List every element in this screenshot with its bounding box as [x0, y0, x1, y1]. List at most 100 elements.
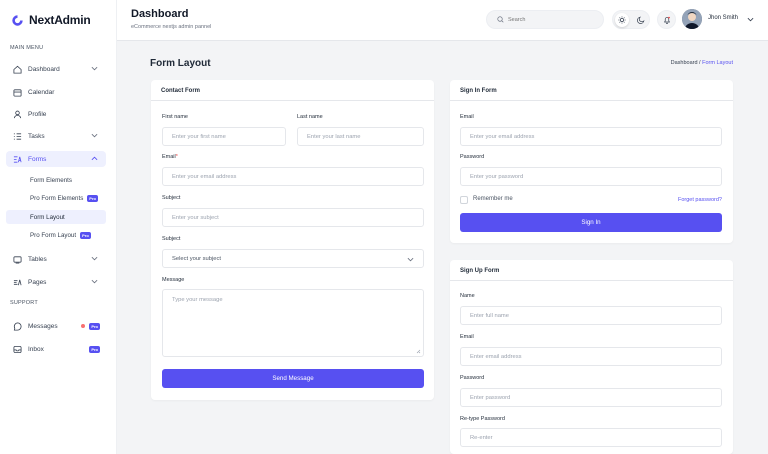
subject-select-value: Select your subject — [172, 255, 221, 262]
pro-badge: Pro — [80, 231, 91, 239]
sign-up-form-card: Sign Up Form Name Enter full name Email … — [450, 260, 733, 454]
subject-field[interactable]: Enter your subject — [162, 208, 424, 227]
chevron-up-icon — [91, 156, 98, 161]
notification-bell-icon[interactable] — [657, 10, 676, 29]
chat-icon — [12, 321, 22, 331]
sidebar-subitem-pro-form-elements[interactable]: Pro Form Elements Pro — [6, 191, 106, 205]
sidebar-item-inbox[interactable]: Inbox Pro — [6, 341, 106, 357]
message-textarea[interactable]: Type your message — [162, 289, 424, 357]
breadcrumb-link-dashboard[interactable]: Dashboard / — [671, 60, 701, 66]
chevron-down-icon — [91, 279, 98, 284]
email-field[interactable]: Enter your email address — [460, 127, 722, 146]
card-title: Sign In Form — [450, 80, 733, 101]
sidebar-item-tasks[interactable]: Tasks — [6, 128, 106, 144]
password-label: Password — [460, 154, 485, 160]
header-subtitle: eCommerce nextjs admin pannel — [131, 24, 212, 30]
search-bar[interactable] — [486, 10, 604, 29]
sidebar-item-label: Tables — [28, 255, 47, 263]
password-label: Password — [460, 375, 485, 381]
subject-select[interactable]: Select your subject — [162, 249, 424, 268]
sidebar-item-tables[interactable]: Tables — [6, 251, 106, 267]
sidebar: NextAdmin MAIN MENU Dashboard Calendar P… — [0, 0, 117, 454]
sidebar-item-label: Inbox — [28, 345, 44, 353]
main-menu-title: MAIN MENU — [10, 45, 44, 51]
sign-in-button[interactable]: Sign In — [460, 213, 722, 232]
remember-me-checkbox[interactable] — [460, 196, 468, 204]
brand-name: NextAdmin — [29, 13, 91, 27]
subitem-label: Form Layout — [30, 213, 65, 221]
email-field[interactable]: Enter email address — [460, 347, 722, 366]
home-icon — [12, 64, 22, 74]
sidebar-item-label: Tasks — [28, 132, 45, 140]
user-name[interactable]: Jhon Smith — [708, 15, 738, 21]
sidebar-item-label: Forms — [28, 155, 47, 163]
message-label: Message — [162, 277, 185, 283]
sidebar-item-profile[interactable]: Profile — [6, 106, 106, 122]
name-field[interactable]: Enter full name — [460, 306, 722, 325]
tasks-icon — [12, 131, 22, 141]
retype-password-label: Re-type Password — [460, 416, 505, 422]
sidebar-item-forms[interactable]: Forms — [6, 151, 106, 167]
top-header: Dashboard eCommerce nextjs admin pannel … — [117, 0, 768, 41]
last-name-label: Last name — [297, 114, 323, 120]
email-label: Email — [460, 334, 474, 340]
subitem-label: Pro Form Elements — [30, 194, 84, 202]
card-title: Sign Up Form — [450, 260, 733, 281]
table-icon — [12, 254, 22, 264]
sidebar-item-pages[interactable]: Pages — [6, 274, 106, 290]
password-field[interactable]: Enter your password — [460, 167, 722, 186]
retype-password-field[interactable]: Re-enter — [460, 428, 722, 447]
avatar[interactable] — [682, 9, 702, 29]
theme-toggle[interactable] — [612, 10, 650, 29]
chevron-down-icon — [407, 257, 414, 262]
breadcrumb-current: Form Layout — [702, 60, 733, 66]
first-name-field[interactable]: Enter your first name — [162, 127, 286, 146]
subject-label: Subject — [162, 195, 181, 201]
chevron-down-icon — [91, 256, 98, 261]
name-label: Name — [460, 293, 475, 299]
resize-handle-icon[interactable] — [416, 349, 421, 354]
user-icon — [12, 109, 22, 119]
contact-form-card: Contact Form First name Enter your first… — [151, 80, 434, 400]
chevron-down-icon — [91, 133, 98, 138]
email-field[interactable]: Enter your email address — [162, 167, 424, 186]
pro-badge: Pro — [89, 322, 100, 330]
email-label: Email* — [162, 154, 178, 160]
sidebar-item-label: Pages — [28, 278, 47, 286]
sidebar-item-calendar[interactable]: Calendar — [6, 84, 106, 100]
search-input[interactable] — [508, 16, 598, 23]
sun-icon — [615, 13, 629, 27]
logo-icon — [12, 14, 23, 26]
forgot-password-link[interactable]: Forget password? — [678, 197, 722, 203]
password-field[interactable]: Enter password — [460, 388, 722, 407]
sidebar-subitem-form-elements[interactable]: Form Elements — [6, 173, 106, 187]
calendar-icon — [12, 87, 22, 97]
support-title: SUPPORT — [10, 300, 38, 306]
message-placeholder: Type your message — [172, 297, 223, 303]
send-message-button[interactable]: Send Message — [162, 369, 424, 388]
page-title: Form Layout — [150, 58, 211, 69]
moon-icon — [635, 14, 647, 26]
pro-badge: Pro — [87, 194, 98, 202]
sidebar-subitem-pro-form-layout[interactable]: Pro Form Layout Pro — [6, 228, 106, 242]
brand-logo[interactable]: NextAdmin — [11, 13, 91, 27]
notification-dot — [81, 324, 86, 328]
header-title: Dashboard — [131, 8, 189, 20]
breadcrumb: Dashboard / Form Layout — [671, 60, 733, 66]
card-title: Contact Form — [151, 80, 434, 101]
chevron-down-icon[interactable] — [747, 17, 754, 22]
inbox-icon — [12, 344, 22, 354]
forms-icon — [12, 154, 22, 164]
last-name-field[interactable]: Enter your last name — [297, 127, 424, 146]
sidebar-item-label: Calendar — [28, 88, 55, 96]
sidebar-item-messages[interactable]: Messages Pro — [6, 318, 106, 334]
sidebar-item-label: Dashboard — [28, 65, 60, 73]
subitem-label: Form Elements — [30, 176, 72, 184]
first-name-label: First name — [162, 114, 188, 120]
remember-me-label: Remember me — [473, 196, 513, 202]
email-label: Email — [460, 114, 474, 120]
sidebar-subitem-form-layout[interactable]: Form Layout — [6, 210, 106, 224]
sidebar-item-dashboard[interactable]: Dashboard — [6, 61, 106, 77]
sidebar-item-label: Messages — [28, 322, 58, 330]
sidebar-item-label: Profile — [28, 110, 47, 118]
